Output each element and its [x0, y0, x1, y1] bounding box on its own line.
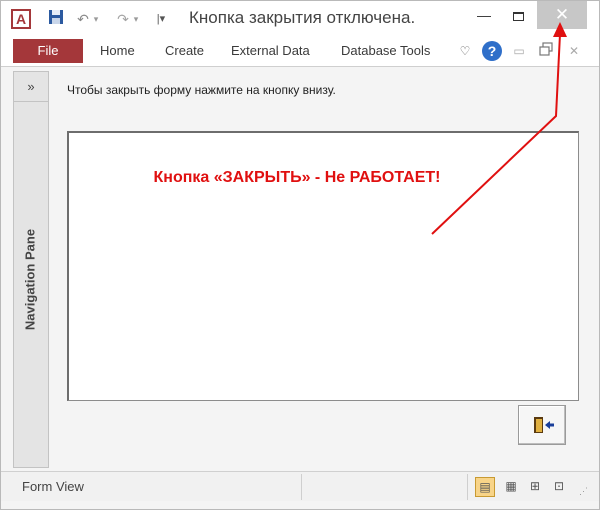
navigation-pane[interactable]: » Navigation Pane — [13, 71, 49, 468]
status-divider — [467, 474, 468, 500]
access-window: A ↶ ▾ ↷ ▾ |▾ Кнопка закрытия отключена. … — [0, 0, 600, 510]
close-button[interactable]: ✕ — [537, 1, 587, 29]
window-title: Кнопка закрытия отключена. — [189, 8, 416, 27]
tab-home[interactable]: Home — [100, 39, 135, 63]
maximize-icon — [512, 11, 524, 21]
ribbon-collapse-icon[interactable]: ♡ — [457, 42, 473, 60]
save-icon[interactable] — [47, 9, 65, 29]
exit-button[interactable] — [518, 405, 566, 445]
access-app-icon[interactable]: A — [11, 9, 31, 29]
form-instruction: Чтобы закрыть форму нажмите на кнопку вн… — [67, 83, 336, 97]
layout-view-icon[interactable]: ⊞ — [525, 477, 545, 497]
undo-icon[interactable]: ↶ — [75, 9, 91, 29]
title-bar: A ↶ ▾ ↷ ▾ |▾ Кнопка закрытия отключена. … — [1, 1, 599, 35]
ribbon: File Home Create External Data Database … — [1, 35, 599, 67]
form-area: Чтобы закрыть форму нажмите на кнопку вн… — [53, 71, 593, 468]
warning-annotation: Кнопка «ЗАКРЫТЬ» - Не РАБОТАЕТ! — [153, 169, 441, 186]
status-bar: Form View ▤ ▦ ⊞ ⊡ ⋰ — [1, 471, 599, 501]
document-minimize-icon[interactable]: ▭ — [511, 42, 527, 60]
design-view-icon[interactable]: ⊡ — [549, 477, 569, 497]
document-close-icon[interactable]: ✕ — [566, 42, 582, 60]
redo-dropdown-icon[interactable]: ▾ — [131, 9, 141, 29]
tab-file[interactable]: File — [13, 39, 83, 63]
tab-external-data[interactable]: External Data — [231, 39, 310, 63]
nav-pane-toggle[interactable]: » — [14, 72, 48, 102]
datasheet-view-icon[interactable]: ▦ — [501, 477, 521, 497]
close-icon: ✕ — [554, 5, 570, 24]
status-text: Form View — [22, 479, 84, 494]
help-icon[interactable]: ? — [482, 41, 502, 61]
status-divider — [301, 474, 302, 500]
form-view-icon[interactable]: ▤ — [475, 477, 495, 497]
customize-qat-icon[interactable]: |▾ — [153, 9, 169, 29]
tab-create[interactable]: Create — [165, 39, 204, 63]
maximize-button[interactable] — [498, 1, 538, 29]
document-restore-icon[interactable] — [537, 42, 555, 60]
undo-dropdown-icon[interactable]: ▾ — [91, 9, 101, 29]
tab-database-tools[interactable]: Database Tools — [341, 39, 430, 63]
minimize-icon: — — [477, 7, 491, 23]
navigation-pane-label: Navigation Pane — [22, 228, 38, 331]
resize-grip-icon[interactable]: ⋰ — [579, 486, 588, 497]
exit-door-icon — [534, 417, 554, 433]
redo-icon[interactable]: ↷ — [115, 9, 131, 29]
